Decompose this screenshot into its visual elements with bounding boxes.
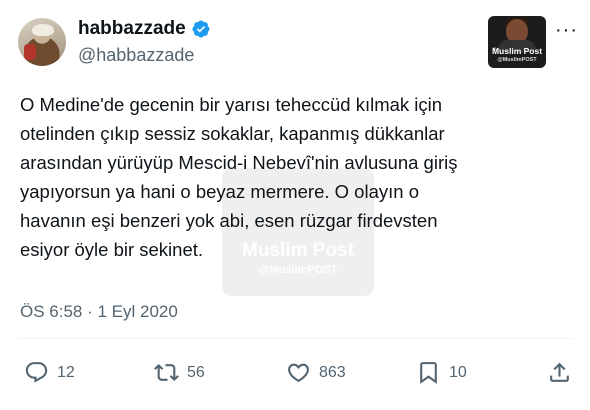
logo-title: Muslim Post [491,46,543,56]
share-button[interactable] [547,360,572,385]
like-count: 863 [319,363,346,381]
avatar-detail [24,44,36,60]
repost-count: 56 [187,363,205,381]
share-icon [550,362,569,382]
publisher-logo: ✕ Muslim Post @MuslimPOST [488,16,546,68]
author-name-row[interactable]: habbazzade [78,18,211,40]
bookmark-icon [420,362,437,384]
more-icon[interactable]: ··· [555,20,578,40]
bookmark-button[interactable]: 10 [416,360,467,385]
like-button[interactable]: 863 [286,360,346,385]
tweet-timestamp[interactable]: ÖS 6:58 · 1 Eyl 2020 [20,302,178,322]
verified-badge-icon [192,20,210,38]
logo-subtitle: @MuslimPOST [497,57,537,63]
reply-button[interactable]: 12 [24,360,75,385]
bookmark-count: 10 [449,363,467,381]
repost-button[interactable]: 56 [154,360,205,385]
watermark-subtitle: @MuslimPOST [258,264,338,276]
like-icon [288,363,309,383]
author-avatar[interactable] [18,18,66,66]
author-handle[interactable]: @habbazzade [78,45,194,66]
author-name[interactable]: habbazzade [78,18,186,40]
reply-count: 12 [57,363,75,381]
avatar-turban [32,24,54,36]
divider [18,338,572,339]
repost-icon [154,364,179,381]
action-bar: 12 56 863 10 [20,360,575,390]
tweet-text: O Medine'de gecenin bir yarısı teheccüd … [20,94,458,260]
reply-icon [25,362,48,383]
